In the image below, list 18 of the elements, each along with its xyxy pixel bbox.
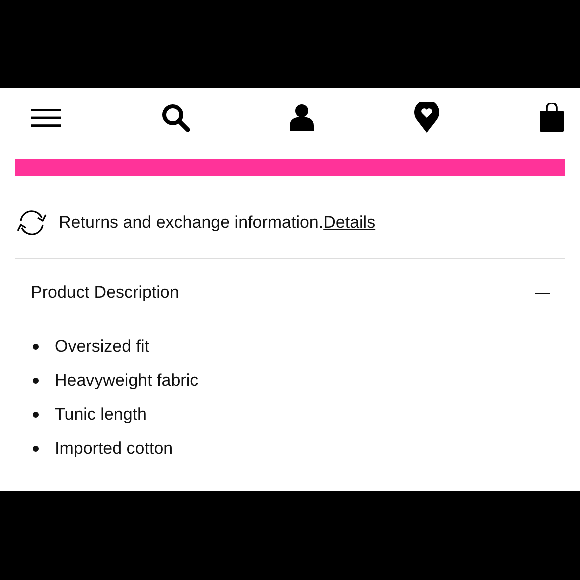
bullet-dot xyxy=(33,378,39,384)
returns-text: Returns and exchange information.Details xyxy=(59,213,376,233)
account-icon[interactable] xyxy=(290,104,314,132)
exchange-arrows-icon xyxy=(15,209,49,237)
location-pin-icon[interactable] xyxy=(414,102,440,134)
feature-text: Heavyweight fabric xyxy=(55,371,199,391)
accordion-header[interactable]: Product Description xyxy=(15,281,565,305)
search-icon[interactable] xyxy=(160,103,190,133)
menu-icon[interactable] xyxy=(31,108,61,128)
details-link[interactable]: Details xyxy=(324,213,376,232)
feature-text: Oversized fit xyxy=(55,337,150,357)
feature-text: Tunic length xyxy=(55,405,147,425)
bullet-dot xyxy=(33,446,39,452)
feature-text: Imported cotton xyxy=(55,439,174,459)
section-title: Product Description xyxy=(31,283,180,303)
bullet-dot xyxy=(33,344,39,350)
shopping-bag-icon[interactable] xyxy=(539,103,565,133)
bullet-dot xyxy=(33,412,39,418)
